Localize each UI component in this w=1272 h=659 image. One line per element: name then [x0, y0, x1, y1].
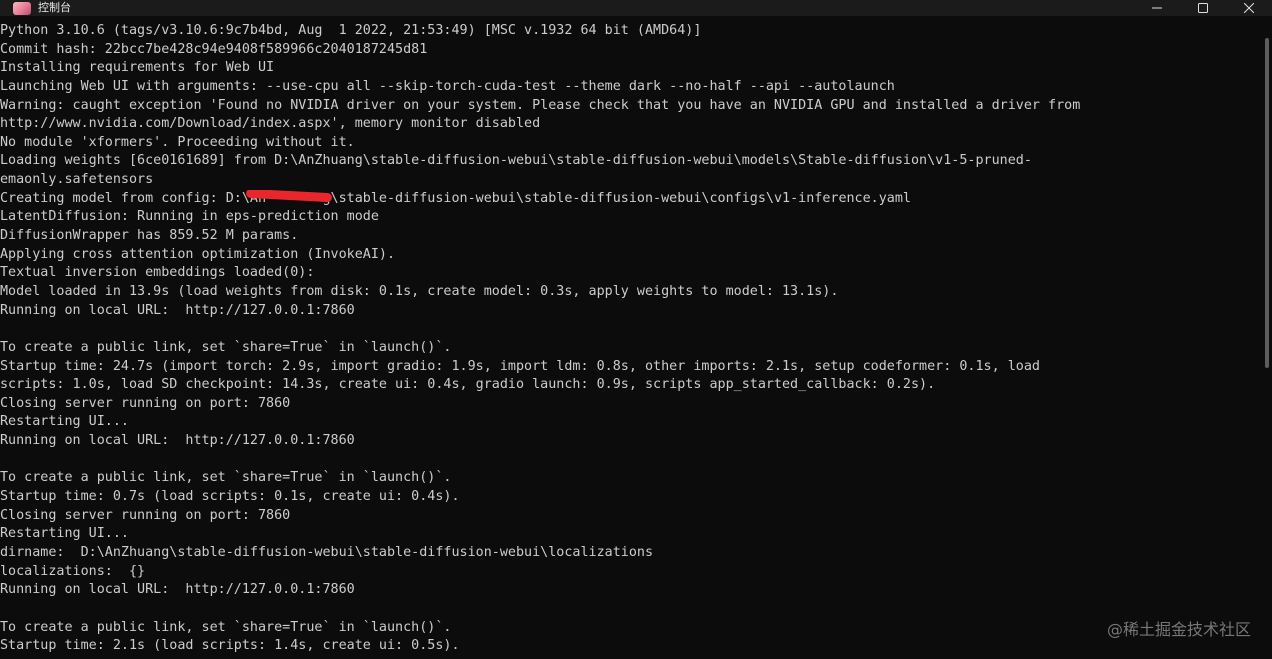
- console-line: To create a public link, set `share=True…: [0, 339, 452, 355]
- close-icon: [1244, 3, 1254, 13]
- console-line: Creating model from config: D:\An g\stab…: [0, 189, 1262, 209]
- console-line: Restarting UI...: [0, 414, 129, 430]
- console-line: To create a public link, set `share=True…: [0, 619, 452, 635]
- console-line: Running on local URL: http://127.0.0.1:7…: [0, 433, 355, 449]
- console-line: Loading weights [6ce0161689] from D:\AnZ…: [0, 153, 1032, 169]
- maximize-button[interactable]: [1180, 0, 1226, 16]
- console-line-text: g\stable-diffusion-webui\stable-diffusio…: [266, 190, 911, 206]
- minimize-button[interactable]: [1134, 0, 1180, 16]
- console-window: 控制台 Python 3.10.6 (tags/v3.10.6:9c7b4bd,…: [0, 0, 1272, 659]
- console-line: Textual inversion embeddings loaded(0):: [0, 265, 315, 281]
- console-line: Startup time: 2.1s (load scripts: 1.4s, …: [0, 638, 460, 654]
- console-line: Closing server running on port: 7860: [0, 395, 291, 411]
- scrollbar-thumb[interactable]: [1265, 38, 1269, 368]
- window-title: 控制台: [38, 1, 71, 14]
- console-line: Warning: caught exception 'Found no NVID…: [0, 97, 1081, 113]
- console-line: Startup time: 0.7s (load scripts: 0.1s, …: [0, 489, 460, 505]
- console-output[interactable]: Python 3.10.6 (tags/v3.10.6:9c7b4bd, Aug…: [0, 22, 1262, 659]
- console-line: Launching Web UI with arguments: --use-c…: [0, 78, 895, 94]
- console-line: Startup time: 24.7s (import torch: 2.9s,…: [0, 358, 1040, 374]
- console-line: LatentDiffusion: Running in eps-predicti…: [0, 209, 379, 225]
- console-line: localizations: {}: [0, 563, 146, 579]
- console-line: Running on local URL: http://127.0.0.1:7…: [0, 582, 355, 598]
- console-line: Running on local URL: http://127.0.0.1:7…: [0, 302, 355, 318]
- console-line: Commit hash: 22bcc7be428c94e9408f589966c…: [0, 41, 428, 57]
- anime-avatar-icon: [13, 1, 31, 15]
- console-line: DiffusionWrapper has 859.52 M params.: [0, 228, 299, 244]
- console-line: dirname: D:\AnZhuang\stable-diffusion-we…: [0, 544, 654, 560]
- console-line: scripts: 1.0s, load SD checkpoint: 14.3s…: [0, 377, 936, 393]
- window-controls: [1134, 0, 1272, 16]
- console-line: Installing requirements for Web UI: [0, 60, 275, 76]
- console-line: Model loaded in 13.9s (load weights from…: [0, 283, 839, 299]
- console-line: http://www.nvidia.com/Download/index.asp…: [0, 116, 541, 132]
- console-line: Applying cross attention optimization (I…: [0, 246, 396, 262]
- maximize-icon: [1198, 3, 1208, 13]
- close-button[interactable]: [1226, 0, 1272, 16]
- watermark: @稀土掘金技术社区: [1106, 620, 1251, 639]
- console-line-text: Creating model from config: D:\An: [0, 190, 267, 206]
- minimize-icon: [1152, 7, 1162, 9]
- console-line: Restarting UI...: [0, 526, 129, 542]
- console-line: Closing server running on port: 7860: [0, 507, 291, 523]
- console-line: No module 'xformers'. Proceeding without…: [0, 134, 355, 150]
- console-line: emaonly.safetensors: [0, 172, 154, 188]
- title-bar[interactable]: 控制台: [0, 0, 1272, 16]
- console-line: Python 3.10.6 (tags/v3.10.6:9c7b4bd, Aug…: [0, 23, 702, 38]
- vertical-scrollbar[interactable]: [1262, 16, 1272, 659]
- console-line: To create a public link, set `share=True…: [0, 470, 452, 486]
